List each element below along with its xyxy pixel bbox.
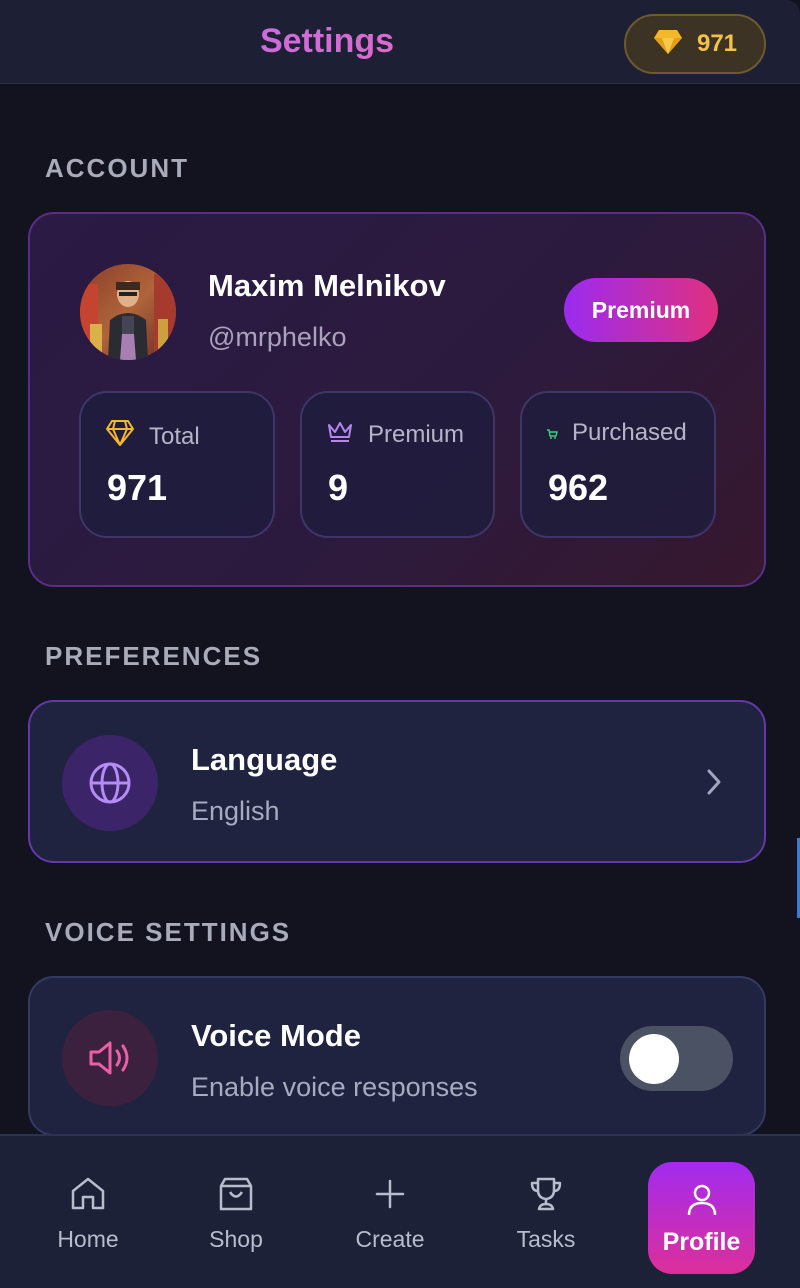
speaker-icon [62,1010,158,1106]
nav-tasks[interactable]: Tasks [496,1136,596,1288]
stat-purchased: Purchased 962 [520,391,716,538]
user-icon [682,1180,722,1220]
diamond-icon [105,419,135,454]
gem-count: 971 [696,30,738,57]
section-label-preferences: PREFERENCES [45,641,263,671]
top-bar: Settings 971 [0,0,800,84]
nav-label: Create [355,1225,425,1252]
language-title: Language [191,742,338,777]
gem-balance-pill[interactable]: 971 [624,14,766,74]
account-card: Maxim Melnikov @mrphelko Premium Total 9… [28,212,766,587]
voice-mode-setting: Voice Mode Enable voice responses [28,976,766,1136]
voice-mode-title: Voice Mode [191,1018,361,1053]
bottom-nav: Home Shop Create Tasks Profile [0,1134,800,1288]
trophy-icon [526,1174,566,1214]
home-icon [68,1174,108,1214]
crown-icon [326,419,354,450]
nav-label: Shop [209,1225,263,1252]
stat-total: Total 971 [79,391,275,538]
chevron-right-icon [700,766,728,798]
stat-label: Total [149,422,200,450]
language-value: English [191,796,280,826]
section-label-voice: VOICE SETTINGS [45,917,292,947]
stat-label: Premium [368,420,465,448]
stat-value: 9 [328,467,349,508]
page-title: Settings [0,22,654,61]
nav-label: Tasks [516,1225,576,1252]
premium-badge[interactable]: Premium [564,278,718,342]
stat-label: Purchased [572,419,687,446]
plus-icon [370,1174,410,1214]
diamond-icon [653,29,683,60]
nav-home[interactable]: Home [38,1136,138,1288]
stat-value: 971 [107,467,168,508]
voice-mode-subtitle: Enable voice responses [191,1072,478,1102]
language-setting[interactable]: Language English [28,700,766,863]
nav-profile[interactable]: Profile [648,1162,755,1274]
globe-icon [62,735,158,831]
voice-mode-toggle[interactable] [620,1026,733,1091]
stat-value: 962 [548,467,609,508]
shopping-bag-icon [216,1174,256,1214]
user-name: Maxim Melnikov [208,268,446,303]
user-handle: @mrphelko [208,322,347,352]
nav-shop[interactable]: Shop [186,1136,286,1288]
stat-premium: Premium 9 [300,391,495,538]
section-label-account: ACCOUNT [45,153,189,183]
avatar[interactable] [80,264,176,360]
toggle-knob [629,1034,679,1084]
cart-icon [546,419,558,447]
nav-label: Profile [662,1227,741,1256]
nav-create[interactable]: Create [340,1136,440,1288]
nav-label: Home [57,1225,119,1252]
